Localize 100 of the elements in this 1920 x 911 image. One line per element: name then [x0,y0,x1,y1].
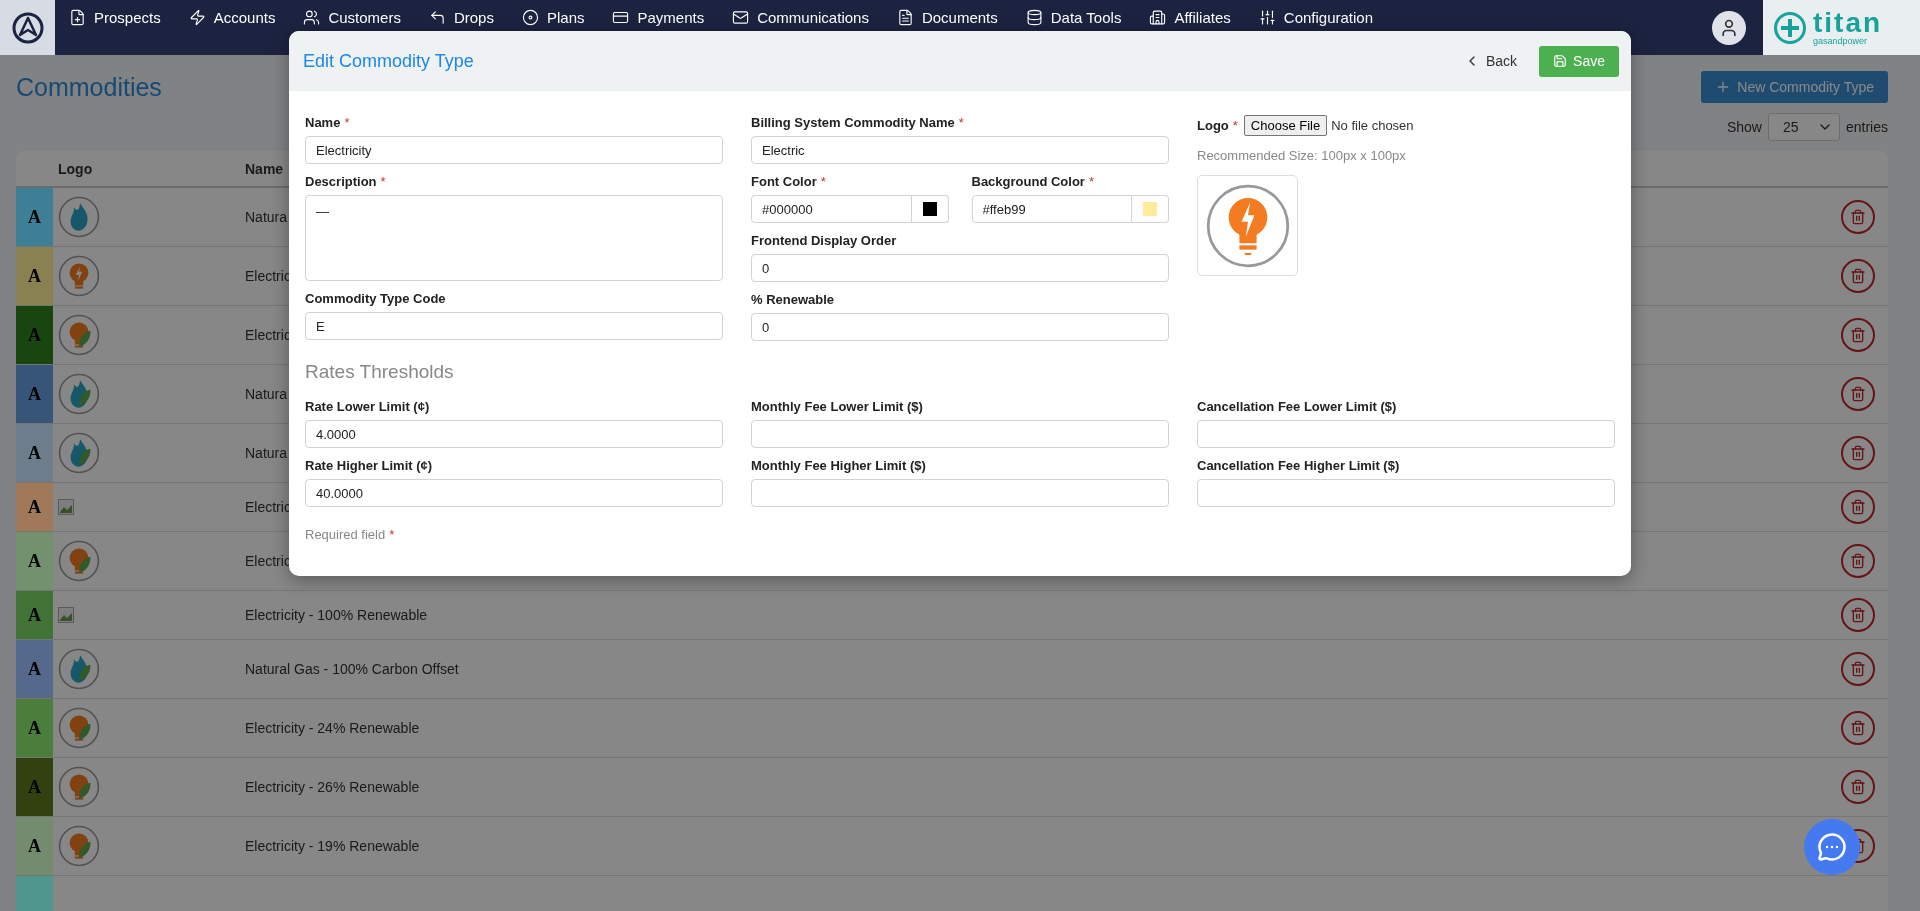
text-field[interactable]: 0 [751,313,1169,341]
lightbulb-leaf-icon [58,766,100,808]
flame-leaf-icon [58,432,100,474]
section-heading: Rates Thresholds [305,361,455,383]
delete-button[interactable] [1841,200,1875,234]
color-swatch [1143,202,1157,216]
page-size-select[interactable]: 25 [1767,113,1840,141]
color-band: A [16,424,53,482]
color-value-field[interactable]: #ffeb99 [971,195,1132,223]
lightbulb-leaf-icon [58,707,100,749]
text-field[interactable] [751,479,1169,507]
color-band: A [16,640,53,698]
trash-icon [1850,209,1866,225]
lightbulb-leaf-icon [58,825,100,867]
nav-icon [1025,9,1043,26]
required-mark: * [1232,118,1238,133]
delete-button[interactable] [1841,436,1875,470]
field-label: Font Color * [751,174,827,189]
column-header: Logo [57,160,93,177]
delete-button[interactable] [1841,544,1875,578]
file-status: No file chosen [1331,118,1414,133]
lightbulb-icon [58,255,100,297]
table-row[interactable]: A Natural Gas - 100% Carbon Offset [16,640,1888,699]
table-row[interactable]: A Electricity - 24% Renewable [16,699,1888,758]
nav-icon [188,9,206,26]
nav-item[interactable]: Documents [882,0,1012,55]
delete-button[interactable] [1841,490,1875,524]
color-swatch [922,202,937,216]
required-mark: * [344,115,350,130]
table-cell: Electricity - 100% Renewable [245,607,428,623]
nav-item[interactable]: Communications [718,0,883,55]
broken-image-icon [58,607,74,623]
field-label: Monthly Fee Lower Limit ($) [751,399,924,414]
trash-icon [1850,720,1866,736]
plus-circle-icon [1773,10,1807,45]
delete-button[interactable] [1841,259,1875,293]
brand-name: titan [1813,9,1883,37]
table-cell: Natura [245,209,288,225]
user-avatar-button[interactable] [1712,10,1746,45]
color-band: A [16,247,53,305]
field-label: Commodity Type Code [305,291,447,306]
text-field[interactable]: E [305,312,723,340]
nav-item[interactable]: Configuration [1244,0,1388,55]
text-field[interactable]: 40.0000 [305,479,723,507]
delete-button[interactable] [1841,598,1875,632]
field-label: Background Color * [971,174,1095,189]
text-field[interactable]: 4.0000 [305,420,723,448]
entries-label: entries [1845,119,1888,135]
required-mark: * [820,174,826,189]
color-picker-button[interactable] [1132,195,1169,223]
table-row[interactable]: A Electricity - 100% Renewable [16,591,1888,640]
required-mark: * [380,174,386,189]
nav-item[interactable]: Plans [507,0,599,55]
nav-item[interactable]: Data Tools [1011,0,1136,55]
text-field[interactable]: Electric [751,136,1169,164]
trash-icon [1850,553,1866,569]
column-header: Name [245,160,284,177]
table-cell: Electric [245,327,291,343]
delete-button[interactable] [1841,318,1875,352]
lightbulb-leaf-icon [58,314,100,356]
choose-file-button[interactable]: Choose File [1243,115,1328,136]
nav-item[interactable]: Prospects [55,0,175,55]
text-field[interactable]: Electricity [305,136,723,164]
app-logo[interactable] [0,0,55,55]
field-label: Cancellation Fee Lower Limit ($) [1197,399,1398,414]
delete-button[interactable] [1841,711,1875,745]
table-cell: Electric [245,553,291,569]
user-icon [1719,17,1739,38]
description-field[interactable]: — [305,195,723,281]
brand-tagline: gasandpower [1813,37,1869,46]
delete-button[interactable] [1841,377,1875,411]
table-row[interactable]: A Electricity - 26% Renewable [16,758,1888,817]
text-field[interactable] [1197,420,1615,448]
logo-icon [10,10,45,45]
flame-leaf-icon [58,648,100,690]
show-label: Show [1726,119,1762,135]
field-label: Rate Higher Limit (¢) [305,458,434,473]
color-band: A [16,188,53,246]
nav-item[interactable]: Payments [598,0,719,55]
table-cell: Electric [245,268,291,284]
delete-button[interactable] [1841,652,1875,686]
delete-button[interactable] [1841,770,1875,804]
text-field[interactable] [1197,479,1615,507]
table-cell: Natural Gas - 100% Carbon Offset [245,661,459,677]
color-value-field[interactable]: #000000 [751,195,912,223]
color-picker-button[interactable] [911,195,949,223]
page-title: Commodities [16,72,162,102]
nav-icon [1258,9,1276,26]
table-cell: Electricity - 19% Renewable [245,838,420,854]
trash-icon [1850,327,1866,343]
table-cell: Natura [245,445,288,461]
color-band: A [16,532,53,590]
nav-item[interactable]: Affiliates [1135,0,1245,55]
text-field[interactable]: 0 [751,254,1169,282]
required-mark: * [1088,174,1094,189]
lightbulb-icon [1204,182,1291,269]
text-field[interactable] [751,420,1169,448]
nav-item[interactable]: Accounts [174,0,290,55]
back-button[interactable]: Back [1459,49,1522,73]
trash-icon [1850,268,1866,284]
